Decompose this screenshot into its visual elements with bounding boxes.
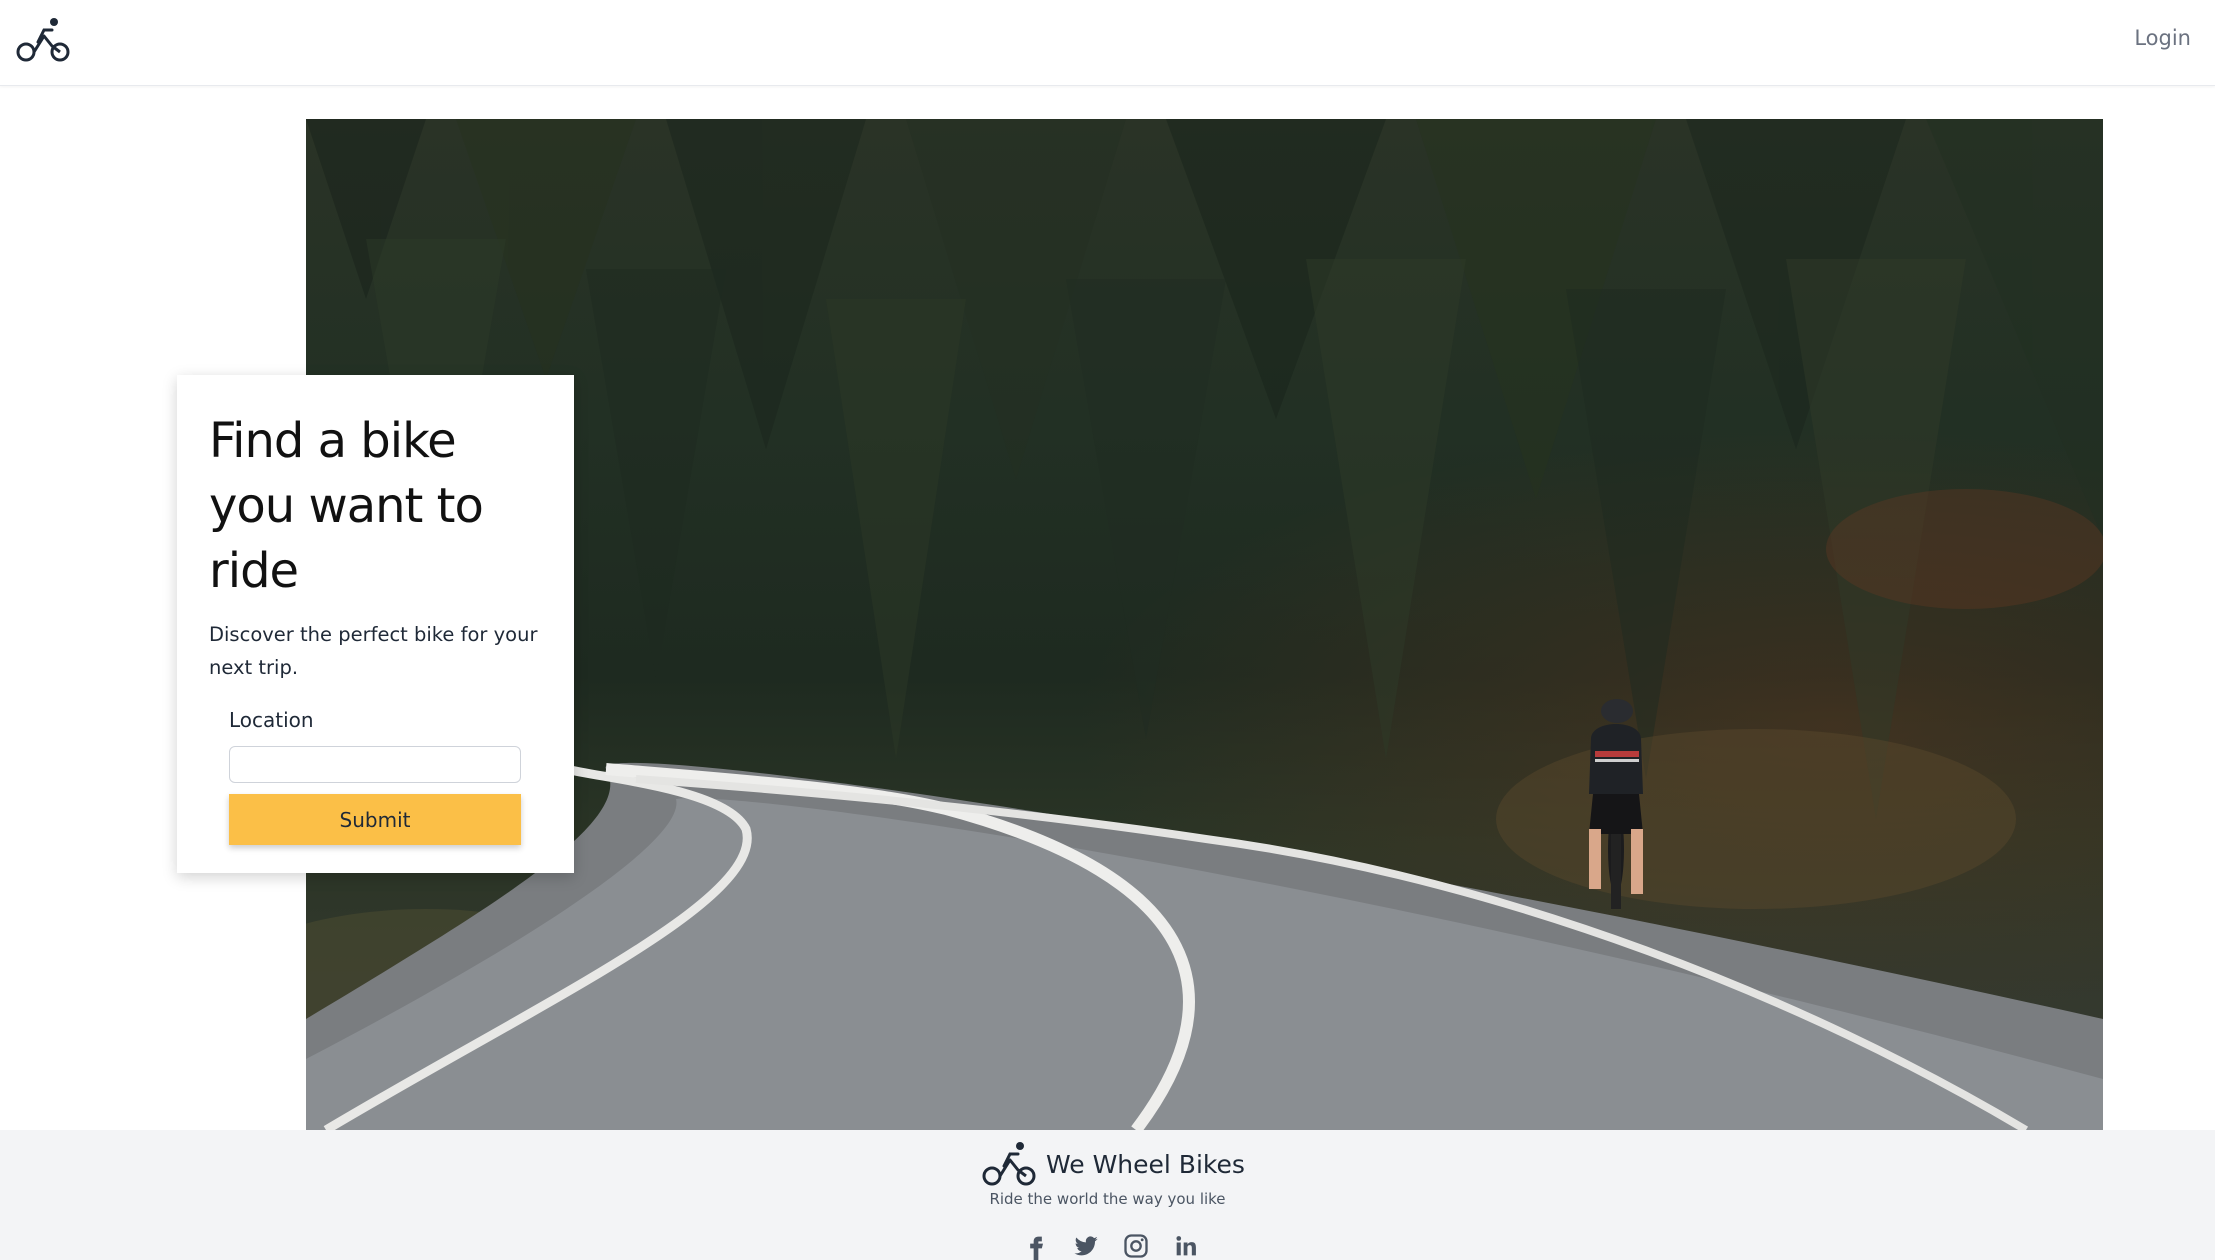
facebook-icon[interactable] bbox=[1022, 1232, 1050, 1260]
bike-icon[interactable] bbox=[16, 16, 72, 64]
page-title: Find a bike you want to ride bbox=[209, 413, 484, 599]
footer-brand-name: We Wheel Bikes bbox=[1046, 1149, 1245, 1179]
hero-image bbox=[306, 119, 2103, 1130]
location-label: Location bbox=[229, 708, 314, 732]
location-input[interactable] bbox=[229, 746, 521, 783]
top-navbar: Login bbox=[0, 0, 2215, 86]
login-link[interactable]: Login bbox=[2134, 26, 2191, 50]
bike-icon bbox=[982, 1142, 1036, 1186]
search-card: Find a bike you want to ride Discover th… bbox=[177, 375, 574, 873]
linkedin-icon[interactable] bbox=[1172, 1232, 1200, 1260]
hero-illustration bbox=[306, 119, 2103, 1130]
footer-tagline: Ride the world the way you like bbox=[989, 1190, 1226, 1208]
footer-brand[interactable]: We Wheel Bikes bbox=[982, 1138, 1245, 1190]
twitter-icon[interactable] bbox=[1072, 1232, 1100, 1260]
instagram-icon[interactable] bbox=[1122, 1232, 1150, 1260]
submit-button[interactable]: Submit bbox=[229, 794, 521, 845]
social-links bbox=[1022, 1232, 1200, 1260]
footer: We Wheel Bikes Ride the world the way yo… bbox=[0, 1130, 2215, 1260]
page-subtitle: Discover the perfect bike for your next … bbox=[209, 623, 538, 679]
